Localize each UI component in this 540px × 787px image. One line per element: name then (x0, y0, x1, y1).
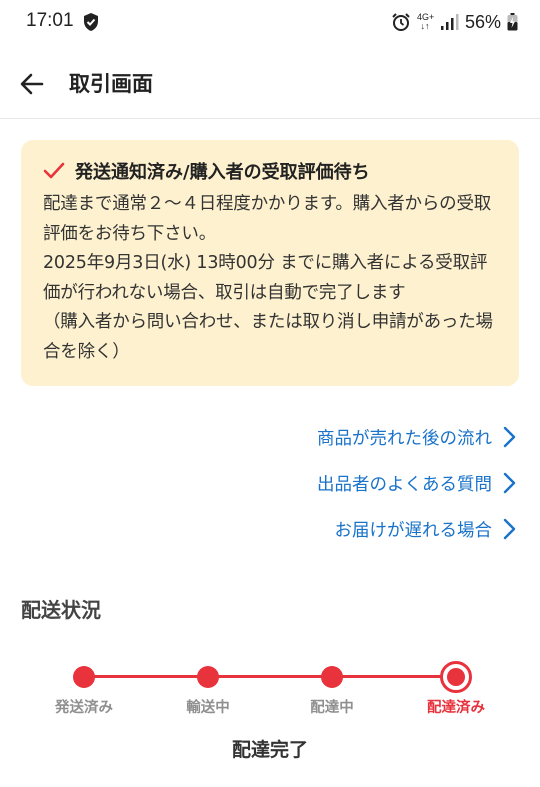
shield-icon (84, 13, 98, 31)
status-bar: 17:01 4G+ ↓↑ 56% (0, 0, 540, 44)
link-delivery-delay[interactable]: お届けが遅れる場合 (136, 506, 516, 552)
chevron-right-icon (503, 472, 516, 494)
help-links: 商品が売れた後の流れ 出品者のよくある質問 お届けが遅れる場合 (136, 414, 516, 552)
notice-body: 配達まで通常２～４日程度かかります。購入者からの受取評価をお待ち下さい。 202… (43, 194, 493, 362)
delivery-status-text: 配達完了 (231, 739, 308, 761)
step-dot-current (440, 661, 472, 693)
notice-title: 発送通知済み/購入者の受取評価待ち (75, 162, 370, 183)
shipping-notice: 発送通知済み/購入者の受取評価待ち 配達まで通常２～４日程度かかります。購入者か… (21, 140, 519, 386)
chevron-right-icon (503, 426, 516, 448)
status-time: 17:01 (26, 10, 74, 31)
step-label-current: 配達済み (427, 700, 485, 716)
arrow-left-icon (20, 73, 44, 95)
step-label: 発送済み (55, 700, 113, 716)
link-label: 商品が売れた後の流れ (317, 428, 492, 449)
link-label: 出品者のよくある質問 (317, 474, 492, 495)
page-title: 取引画面 (69, 72, 153, 96)
signal-icon (440, 14, 459, 30)
step-label: 輸送中 (186, 700, 230, 716)
step-dot (73, 666, 95, 688)
link-seller-faq[interactable]: 出品者のよくある質問 (136, 460, 516, 506)
back-button[interactable] (14, 66, 50, 102)
check-icon (43, 162, 65, 179)
step-dot (321, 666, 343, 688)
status-indicators: 4G+ ↓↑ 56% (391, 10, 518, 34)
alarm-icon (392, 13, 410, 31)
link-flow-after-sale[interactable]: 商品が売れた後の流れ (136, 414, 516, 460)
app-header: 取引画面 (0, 44, 540, 119)
shipping-section-title: 配送状況 (21, 598, 101, 622)
shipping-progress-tracker: 発送済み 輸送中 配達中 配達済み (0, 650, 540, 720)
battery-charging-icon (507, 13, 518, 31)
link-label: お届けが遅れる場合 (334, 520, 493, 541)
battery-percent: 56% (464, 11, 501, 32)
step-label: 配達中 (310, 700, 354, 716)
notice-header: 発送通知済み/購入者の受取評価待ち (43, 158, 503, 184)
chevron-right-icon (503, 518, 516, 540)
network-indicator: 4G+ ↓↑ (417, 13, 434, 31)
network-arrows: ↓↑ (420, 21, 430, 31)
step-dot (197, 666, 219, 688)
progress-line (84, 675, 456, 678)
